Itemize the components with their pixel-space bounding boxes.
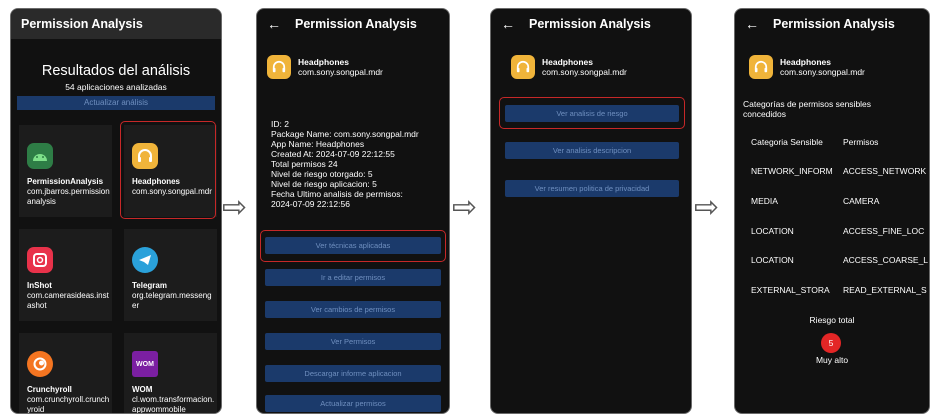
results-count: 54 aplicaciones analizadas	[65, 82, 167, 92]
app-name: Headphones	[542, 57, 594, 67]
crunchyroll-icon	[27, 351, 53, 377]
selected-button-highlight	[499, 97, 685, 129]
app-package: com.sony.songpal.mdr	[542, 67, 627, 77]
app-tile-wom[interactable]: WOM WOM cl.wom.transformacion.appwommobi…	[124, 333, 217, 414]
selected-app-highlight	[120, 121, 216, 219]
info-line: Nivel de riesgo aplicacion: 5	[271, 179, 377, 189]
app-package: com.camerasideas.instashot	[27, 291, 109, 310]
app-bar: ← Permission Analysis	[257, 9, 449, 39]
header-permissions: Permisos	[843, 137, 879, 147]
app-header: Headphones com.sony.songpal.mdr	[749, 55, 865, 79]
sensitive-categories-title: Categorías de permisos sensibles concedi…	[743, 99, 872, 119]
app-package: com.sony.songpal.mdr	[780, 67, 865, 77]
flow-arrow-icon: ⇨	[222, 190, 248, 225]
inshot-icon	[27, 247, 53, 273]
app-tile-inshot[interactable]: InShot com.camerasideas.instashot	[19, 229, 112, 321]
flow-arrow-icon: ⇨	[452, 190, 478, 225]
screen-analysis-menu: ← Permission Analysis Headphones com.son…	[490, 8, 692, 414]
android-icon	[27, 143, 53, 169]
info-line: Fecha Ultimo analisis de permisos:	[271, 189, 403, 199]
info-line: Nivel de riesgo otorgado: 5	[271, 169, 373, 179]
info-line: Package Name: com.sony.songpal.mdr	[271, 129, 419, 139]
app-header: Headphones com.sony.songpal.mdr	[511, 55, 627, 79]
cell-permission: ACCESS_FINE_LOC	[843, 226, 925, 236]
wom-icon: WOM	[132, 351, 158, 377]
info-line: ID: 2	[271, 119, 289, 129]
app-name: Headphones	[298, 57, 350, 67]
cell-permission: ACCESS_COARSE_L	[843, 255, 929, 265]
screen-app-list: Permission Analysis Resultados del análi…	[10, 8, 222, 414]
info-line: App Name: Headphones	[271, 139, 365, 149]
info-line: Created At: 2024-07-09 22:12:55	[271, 149, 395, 159]
download-report-button[interactable]: Descargar informe aplicacion	[265, 365, 441, 382]
edit-permissions-button[interactable]: Ir a editar permisos	[265, 269, 441, 286]
app-tile-permissionanalysis[interactable]: PermissionAnalysis com.jbarros.permissio…	[19, 125, 112, 217]
app-info-block: ID: 2 Package Name: com.sony.songpal.mdr…	[271, 119, 419, 209]
app-title: Permission Analysis	[295, 17, 417, 31]
app-name: Crunchyroll	[27, 385, 72, 394]
view-description-analysis-button[interactable]: Ver analisis descripcion	[505, 142, 679, 159]
view-privacy-summary-button[interactable]: Ver resumen politica de privacidad	[505, 180, 679, 197]
cell-category: LOCATION	[751, 226, 794, 236]
info-line: 2024-07-09 22:12:56	[271, 199, 350, 209]
app-package: com.jbarros.permissionanalysis	[27, 187, 110, 206]
total-risk-label: Riesgo total	[809, 315, 855, 325]
app-name: WOM	[132, 385, 153, 394]
headphones-icon	[749, 55, 773, 79]
app-package: com.sony.songpal.mdr	[298, 67, 383, 77]
app-bar: Permission Analysis	[11, 9, 221, 39]
cell-permission: READ_EXTERNAL_S	[843, 285, 927, 295]
risk-level-label: Muy alto	[815, 355, 849, 365]
header-category: Categoria Sensible	[751, 137, 823, 147]
risk-score-badge: 5	[821, 333, 841, 353]
flow-arrow-icon: ⇨	[694, 190, 720, 225]
back-arrow-icon[interactable]: ←	[267, 16, 281, 32]
cell-permission: CAMERA	[843, 196, 880, 206]
app-title: Permission Analysis	[21, 17, 143, 31]
back-arrow-icon[interactable]: ←	[745, 16, 759, 32]
app-tile-telegram[interactable]: Telegram org.telegram.messenger	[124, 229, 217, 321]
cell-category: NETWORK_INFORM	[751, 166, 833, 176]
app-name: Telegram	[132, 281, 167, 290]
app-package: com.crunchyroll.crunchyroid	[27, 395, 110, 414]
cell-category: MEDIA	[751, 196, 778, 206]
app-header: Headphones com.sony.songpal.mdr	[267, 55, 383, 79]
headphones-icon	[267, 55, 291, 79]
results-title: Resultados del análisis	[41, 63, 191, 79]
cell-permission: ACCESS_NETWORK	[843, 166, 927, 176]
app-bar: ← Permission Analysis	[735, 9, 929, 39]
app-name: PermissionAnalysis	[27, 177, 104, 186]
headphones-icon	[511, 55, 535, 79]
cell-category: LOCATION	[751, 255, 794, 265]
app-name: InShot	[27, 281, 52, 290]
app-package: org.telegram.messenger	[132, 291, 212, 310]
telegram-icon	[132, 247, 158, 273]
app-bar: ← Permission Analysis	[491, 9, 691, 39]
view-permissions-button[interactable]: Ver Permisos	[265, 333, 441, 350]
screen-risk-analysis: ← Permission Analysis Headphones com.son…	[734, 8, 930, 414]
cell-category: EXTERNAL_STORA	[751, 285, 830, 295]
info-line: Total permisos 24	[271, 159, 338, 169]
app-title: Permission Analysis	[529, 17, 651, 31]
update-analysis-button[interactable]: Actualizar análisis	[17, 96, 215, 110]
view-permission-changes-button[interactable]: Ver cambios de permisos	[265, 301, 441, 318]
screen-app-detail: ← Permission Analysis Headphones com.son…	[256, 8, 450, 414]
back-arrow-icon[interactable]: ←	[501, 16, 515, 32]
update-permissions-button[interactable]: Actualizar permisos	[265, 395, 441, 412]
app-package: cl.wom.transformacion.appwommobile	[132, 395, 215, 414]
app-tile-crunchyroll[interactable]: Crunchyroll com.crunchyroll.crunchyroid	[19, 333, 112, 414]
app-title: Permission Analysis	[773, 17, 895, 31]
app-name: Headphones	[780, 57, 832, 67]
selected-button-highlight	[260, 230, 446, 262]
